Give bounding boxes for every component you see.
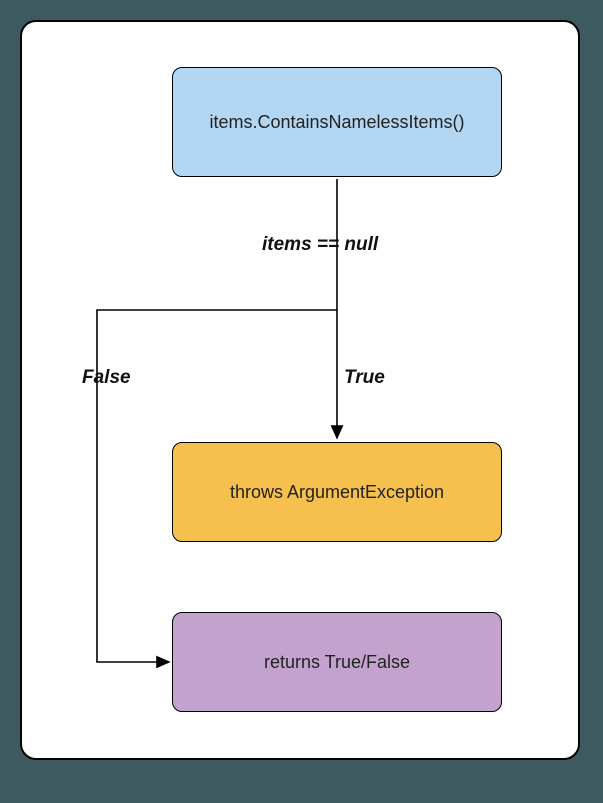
condition-label: items == null bbox=[262, 234, 378, 256]
flowchart-canvas: items.ContainsNamelessItems() items == n… bbox=[20, 20, 580, 760]
false-branch-label: False bbox=[82, 367, 131, 389]
true-branch-label: True bbox=[344, 367, 385, 389]
start-node-label: items.ContainsNamelessItems() bbox=[209, 112, 464, 133]
exception-node-label: throws ArgumentException bbox=[230, 482, 444, 503]
exception-node: throws ArgumentException bbox=[172, 442, 502, 542]
start-node: items.ContainsNamelessItems() bbox=[172, 67, 502, 177]
result-node-label: returns True/False bbox=[264, 652, 410, 673]
result-node: returns True/False bbox=[172, 612, 502, 712]
